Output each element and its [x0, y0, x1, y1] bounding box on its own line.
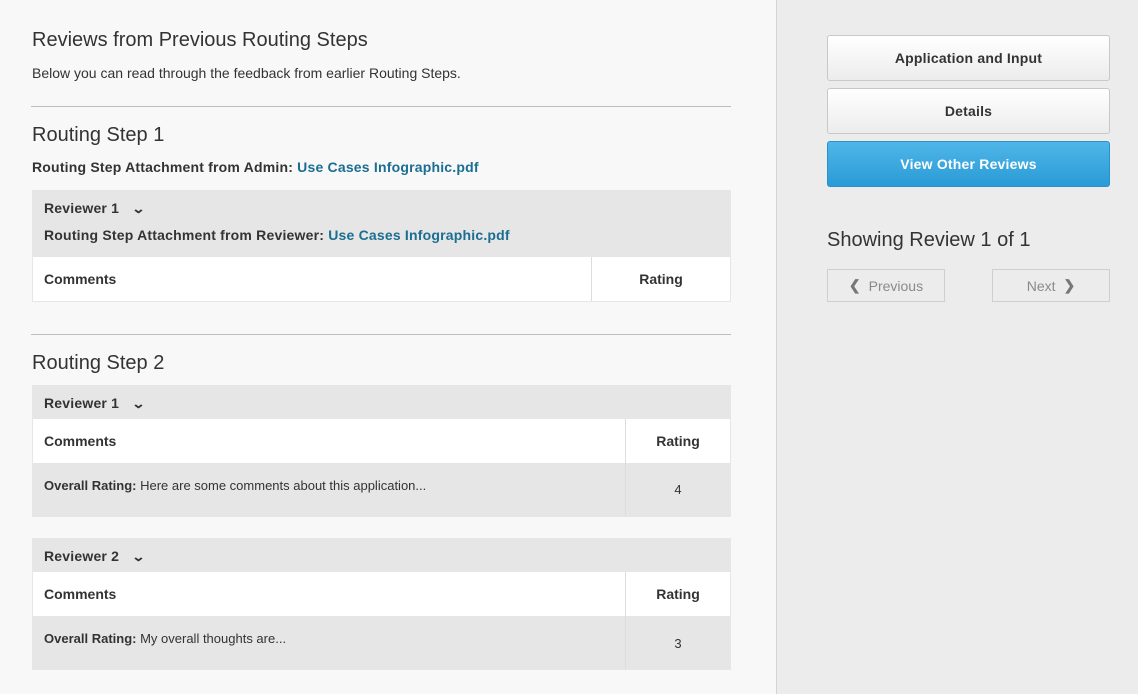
- comment-text: My overall thoughts are...: [140, 631, 287, 646]
- page-title: Reviews from Previous Routing Steps: [32, 29, 368, 51]
- column-comments: Comments: [44, 433, 117, 449]
- step2-reviewer-1-toggle[interactable]: Reviewer 1 ⌄: [44, 395, 146, 412]
- details-button[interactable]: Details: [827, 88, 1110, 134]
- reviewer-label: Reviewer 2: [44, 548, 120, 564]
- review-counter: Showing Review 1 of 1: [827, 229, 1031, 251]
- table-header: Comments Rating: [33, 419, 730, 463]
- step2-reviewer-2-toggle[interactable]: Reviewer 2 ⌄: [44, 548, 146, 565]
- column-rating: Rating: [656, 433, 700, 449]
- chevron-down-icon: ⌄: [131, 396, 146, 411]
- step2-reviewer-2-card: Reviewer 2 ⌄ Comments Rating Overall Rati…: [32, 538, 731, 670]
- reviewer-attachment-link[interactable]: Use Cases Infographic.pdf: [328, 227, 510, 243]
- routing-step-1-title: Routing Step 1: [32, 124, 165, 146]
- reviewer-label: Reviewer 1: [44, 395, 120, 411]
- admin-attachment-link[interactable]: Use Cases Infographic.pdf: [297, 159, 479, 175]
- chevron-down-icon: ⌄: [131, 201, 146, 216]
- routing-step-2-title: Routing Step 2: [32, 352, 165, 374]
- table-row: Overall Rating: My overall thoughts are.…: [33, 616, 730, 669]
- reviewer-label: Reviewer 1: [44, 200, 120, 216]
- step1-reviewer-1-card: Reviewer 1 ⌄ Routing Step Attachment from…: [32, 190, 731, 302]
- admin-attachment-label: Routing Step Attachment from Admin:: [32, 159, 294, 175]
- next-button[interactable]: Next ❯: [992, 269, 1110, 302]
- table-header: Comments Rating: [33, 572, 730, 616]
- chevron-down-icon: ⌄: [131, 549, 146, 564]
- comment-label: Overall Rating:: [44, 478, 137, 493]
- rating-cell: 4: [674, 482, 682, 497]
- reviewer-attachment-label: Routing Step Attachment from Reviewer:: [44, 227, 325, 243]
- column-comments: Comments: [44, 586, 117, 602]
- comment-label: Overall Rating:: [44, 631, 137, 646]
- reviewer-attachment-line: Routing Step Attachment from Reviewer: U…: [44, 227, 510, 243]
- column-rating: Rating: [639, 271, 683, 287]
- comment-cell: Overall Rating: My overall thoughts are.…: [44, 631, 286, 646]
- view-other-reviews-button[interactable]: View Other Reviews: [827, 141, 1110, 187]
- table-row: Overall Rating: Here are some comments a…: [33, 463, 730, 516]
- chevron-left-icon: ❮: [848, 277, 861, 293]
- next-label: Next: [1026, 277, 1056, 294]
- sidebar: Application and Input Details View Other…: [776, 0, 1138, 694]
- column-rating: Rating: [656, 586, 700, 602]
- reviews-panel: Reviews from Previous Routing Steps Belo…: [0, 0, 776, 694]
- divider: [31, 106, 731, 107]
- page-subtitle: Below you can read through the feedback …: [32, 65, 461, 81]
- previous-label: Previous: [868, 277, 924, 294]
- step1-reviewer-1-toggle[interactable]: Reviewer 1 ⌄: [44, 200, 146, 217]
- table-header: Comments Rating: [33, 257, 730, 301]
- column-comments: Comments: [44, 271, 117, 287]
- rating-cell: 3: [674, 636, 682, 651]
- chevron-right-icon: ❯: [1063, 277, 1076, 293]
- step2-reviewer-1-card: Reviewer 1 ⌄ Comments Rating Overall Rati…: [32, 385, 731, 517]
- application-and-input-button[interactable]: Application and Input: [827, 35, 1110, 81]
- comment-cell: Overall Rating: Here are some comments a…: [44, 478, 426, 493]
- comment-text: Here are some comments about this applic…: [140, 478, 427, 493]
- divider: [31, 334, 731, 335]
- previous-button[interactable]: ❮ Previous: [827, 269, 945, 302]
- admin-attachment-line: Routing Step Attachment from Admin: Use …: [32, 159, 479, 175]
